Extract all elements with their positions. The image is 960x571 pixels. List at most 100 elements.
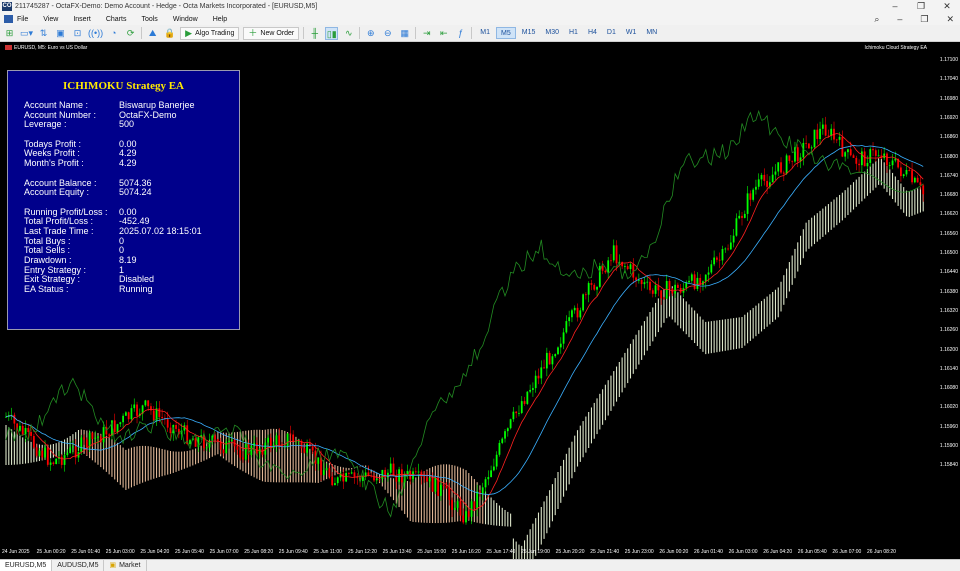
timeframe-m30[interactable]: M30 xyxy=(541,27,563,39)
menu-insert[interactable]: Insert xyxy=(73,16,91,23)
timeframe-m15[interactable]: M15 xyxy=(518,27,540,39)
timeframe-h4[interactable]: H4 xyxy=(584,27,601,39)
panel-row: Leverage : 500 xyxy=(24,120,202,130)
chart-shift-icon[interactable]: ⇤ xyxy=(437,27,450,40)
data-window-icon[interactable]: ⊡ xyxy=(71,27,84,40)
indicators-icon[interactable]: ƒ xyxy=(454,27,467,40)
time-tick-label: 24 Jun 2025 xyxy=(2,549,30,555)
new-order-button[interactable]: ＋ New Order xyxy=(243,26,300,40)
price-tick-label: 1.16800 xyxy=(939,153,958,160)
time-tick-label: 26 Jun 04:20 xyxy=(763,549,793,555)
auto-scroll-icon[interactable]: ⇥ xyxy=(420,27,433,40)
time-tick-label: 25 Jun 11:00 xyxy=(313,549,342,555)
symbol-label: EURUSD, M5: Euro vs US Dollar xyxy=(5,45,87,51)
toolbar-divider xyxy=(303,27,305,39)
zoom-in-icon[interactable]: ⊕ xyxy=(364,27,377,40)
algo-trading-button[interactable]: ▶ Algo Trading xyxy=(180,26,240,40)
time-tick-label: 25 Jun 16:20 xyxy=(451,549,481,555)
price-tick-label: 1.16020 xyxy=(939,404,958,411)
price-tick-label: 1.15960 xyxy=(939,423,958,430)
tab-market[interactable]: ▣ Market xyxy=(104,560,147,571)
timeframe-mn[interactable]: MN xyxy=(642,27,661,39)
time-tick-label: 25 Jun 12:20 xyxy=(348,549,377,555)
time-tick-label: 25 Jun 21:40 xyxy=(590,549,620,555)
time-tick-label: 25 Jun 05:40 xyxy=(175,549,204,555)
zoom-out-icon[interactable]: ⊖ xyxy=(381,27,394,40)
terminal-window: CO 211745287 - OctaFX-Demo: Demo Account… xyxy=(0,0,960,571)
toolbar-divider xyxy=(415,27,417,39)
toolbar-divider xyxy=(471,27,473,39)
timeframe-d1[interactable]: D1 xyxy=(603,27,620,39)
panel-row: Account Equity : 5074.24 xyxy=(24,187,202,198)
menu-charts[interactable]: Charts xyxy=(106,16,127,23)
timeframe-m5[interactable]: M5 xyxy=(496,27,516,39)
chart-window-icon[interactable] xyxy=(4,15,13,23)
time-tick-label: 25 Jun 00:20 xyxy=(36,549,66,555)
profiles-icon[interactable]: ▭▾ xyxy=(20,27,33,40)
line-chart-icon[interactable]: ∿ xyxy=(342,27,355,40)
refresh-icon[interactable]: ⟳ xyxy=(124,27,137,40)
title-bar: CO 211745287 - OctaFX-Demo: Demo Account… xyxy=(0,0,960,13)
play-icon: ▶ xyxy=(185,27,193,38)
algo-trading-label: Algo Trading xyxy=(195,29,235,37)
tab-market-label: Market xyxy=(119,562,141,569)
time-tick-label: 26 Jun 00:20 xyxy=(659,549,689,555)
time-tick-label: 25 Jun 04:20 xyxy=(140,549,170,555)
price-tick-label: 1.15900 xyxy=(939,443,958,449)
strategy-tester-icon[interactable]: ◔ xyxy=(107,27,120,40)
tab-eurusd[interactable]: EURUSD,M5 xyxy=(0,560,53,571)
market-icon: ▣ xyxy=(109,562,117,569)
timeframe-w1[interactable]: W1 xyxy=(622,27,641,39)
time-tick-label: 25 Jun 23:00 xyxy=(624,549,654,555)
candlestick-icon[interactable]: ▯▮ xyxy=(325,26,339,40)
time-tick-label: 25 Jun 20:20 xyxy=(555,549,585,555)
cloud-icon[interactable]: ⛰ xyxy=(146,27,159,40)
price-tick-label: 1.17040 xyxy=(939,76,958,83)
price-tick-label: 1.16200 xyxy=(939,346,958,353)
time-tick-label: 25 Jun 19:00 xyxy=(521,549,550,555)
ea-info-panel: ICHIMOKU Strategy EA Account Name : Biswa… xyxy=(7,70,240,330)
menu-tools[interactable]: Tools xyxy=(141,16,157,23)
tab-audusd[interactable]: AUDUSD,M5 xyxy=(52,560,105,571)
time-tick-label: 26 Jun 08:20 xyxy=(867,549,896,555)
market-watch-icon[interactable]: ⇅ xyxy=(37,27,50,40)
price-tick-label: 1.15840 xyxy=(939,462,958,469)
timeframe-m1[interactable]: M1 xyxy=(476,27,494,39)
new-chart-icon[interactable]: ⊞ xyxy=(3,27,16,40)
minimize-icon[interactable]: – xyxy=(882,0,908,13)
bar-chart-icon[interactable]: ╫ xyxy=(308,27,321,40)
price-tick-label: 1.16860 xyxy=(939,134,958,141)
time-axis[interactable]: 24 Jun 2025 25 Jun 00:20 25 Jun 01:40 25 Ju… xyxy=(0,549,930,559)
price-tick-label: 1.16380 xyxy=(939,288,958,295)
search-icon[interactable]: ⌕ xyxy=(874,13,879,25)
ea-label: Ichimoku Cloud Strategy EA xyxy=(864,45,927,51)
chart-restore-icon[interactable]: ❐ xyxy=(920,13,928,25)
close-icon[interactable]: ✕ xyxy=(934,0,960,13)
menu-help[interactable]: Help xyxy=(213,16,227,23)
panel-row-value: 4.29 xyxy=(119,158,137,169)
timeframe-h1[interactable]: H1 xyxy=(565,27,582,39)
tile-windows-icon[interactable]: ▦ xyxy=(398,27,411,40)
signals-icon[interactable]: ((•)) xyxy=(88,27,103,40)
menu-file[interactable]: File xyxy=(17,16,28,23)
price-tick-label: 1.17100 xyxy=(939,57,958,63)
price-tick-label: 1.16920 xyxy=(939,114,958,121)
lock-icon[interactable]: 🔒 xyxy=(163,27,176,40)
navigator-icon[interactable]: ▣ xyxy=(54,27,67,40)
price-tick-label: 1.16320 xyxy=(939,307,958,314)
time-tick-label: 26 Jun 01:40 xyxy=(694,549,723,555)
price-chart[interactable]: EURUSD, M5: Euro vs US Dollar Ichimoku C… xyxy=(0,42,960,559)
price-tick-label: 1.16980 xyxy=(939,95,958,102)
price-tick-label: 1.16500 xyxy=(939,250,958,256)
window-controls: – ❐ ✕ xyxy=(882,0,960,13)
price-tick-label: 1.16080 xyxy=(939,385,958,392)
price-axis[interactable]: 1.17100 1.17040 1.16980 1.16920 1.16860 1.168… xyxy=(930,42,960,548)
chart-minimize-icon[interactable]: – xyxy=(897,13,902,25)
chart-close-icon[interactable]: ✕ xyxy=(946,13,954,25)
time-tick-label: 25 Jun 15:00 xyxy=(417,549,447,555)
menu-view[interactable]: View xyxy=(43,16,58,23)
restore-icon[interactable]: ❐ xyxy=(908,0,934,13)
menu-window[interactable]: Window xyxy=(173,16,198,23)
panel-row-label: Leverage : xyxy=(24,119,67,130)
time-tick-label: 26 Jun 05:40 xyxy=(797,549,827,555)
